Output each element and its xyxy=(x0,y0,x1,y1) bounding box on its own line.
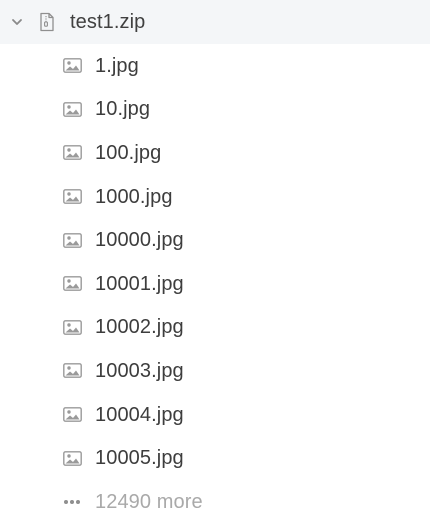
file-row[interactable]: 10005.jpg xyxy=(0,436,430,480)
zip-file-icon xyxy=(38,12,56,32)
image-icon xyxy=(62,145,82,161)
image-icon xyxy=(62,232,82,248)
image-icon xyxy=(62,407,82,423)
file-name: 10001.jpg xyxy=(95,272,184,295)
file-name: 10005.jpg xyxy=(95,447,184,470)
file-name: 10.jpg xyxy=(95,98,151,121)
file-row[interactable]: 10.jpg xyxy=(0,88,430,132)
archive-row[interactable]: test1.zip xyxy=(0,0,430,44)
more-items-label: 12490 more xyxy=(95,490,203,513)
file-row[interactable]: 10002.jpg xyxy=(0,306,430,350)
file-row[interactable]: 10004.jpg xyxy=(0,393,430,437)
file-name: 10000.jpg xyxy=(95,229,184,252)
file-name: 10004.jpg xyxy=(95,403,184,426)
chevron-down-icon[interactable] xyxy=(8,13,26,31)
archive-name: test1.zip xyxy=(70,11,146,33)
more-items-row[interactable]: 12490 more xyxy=(0,480,430,524)
file-row[interactable]: 1.jpg xyxy=(0,44,430,88)
file-row[interactable]: 10003.jpg xyxy=(0,349,430,393)
ellipsis-icon xyxy=(62,494,82,510)
file-name: 10002.jpg xyxy=(95,316,184,339)
image-icon xyxy=(62,101,82,117)
image-icon xyxy=(62,363,82,379)
file-name: 100.jpg xyxy=(95,141,162,164)
file-tree: test1.zip 1.jpg 10.jpg 100.jpg 1000.jpg 1000… xyxy=(0,0,430,520)
image-icon xyxy=(62,319,82,335)
file-name: 1000.jpg xyxy=(95,185,173,208)
file-name: 1.jpg xyxy=(95,54,139,77)
file-row[interactable]: 10001.jpg xyxy=(0,262,430,306)
file-row[interactable]: 1000.jpg xyxy=(0,175,430,219)
file-row[interactable]: 10000.jpg xyxy=(0,218,430,262)
image-icon xyxy=(62,276,82,292)
image-icon xyxy=(62,58,82,74)
file-row[interactable]: 100.jpg xyxy=(0,131,430,175)
image-icon xyxy=(62,189,82,205)
file-name: 10003.jpg xyxy=(95,359,184,382)
image-icon xyxy=(62,450,82,466)
